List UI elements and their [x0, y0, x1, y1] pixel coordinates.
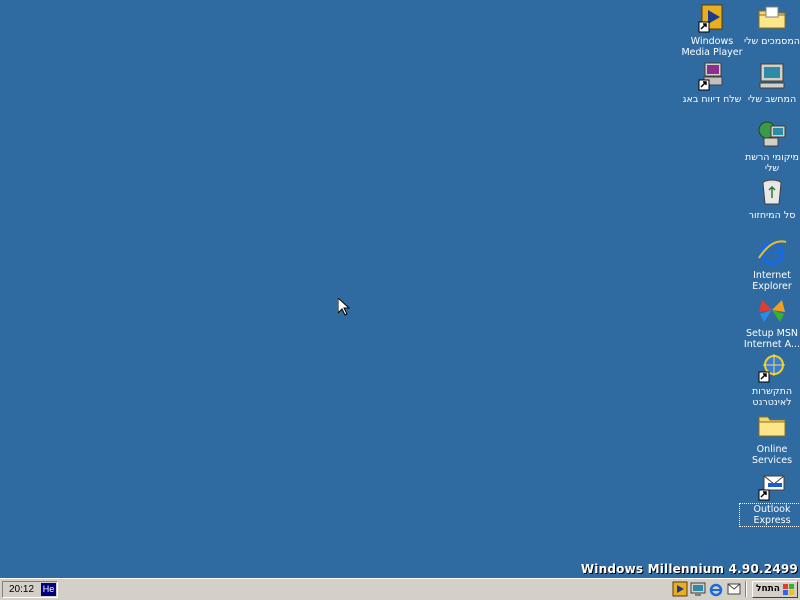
mouse-cursor-icon	[338, 298, 350, 316]
desktop-icon-send-bug-report[interactable]: שלח דיווח באג	[680, 60, 744, 105]
media-player-icon	[698, 4, 723, 33]
version-watermark: Windows Millennium 4.90.2499	[580, 562, 798, 576]
taskbar: 20:12 He התחל	[0, 578, 800, 600]
desktop-icon-label: Windows Media Player	[681, 36, 743, 58]
desktop-icon-online-services[interactable]: Online Services	[740, 410, 800, 466]
windows-logo-icon	[783, 584, 794, 595]
internet-explorer-icon[interactable]	[708, 581, 724, 597]
desktop-icon-label: מיקומי הרשת שלי	[744, 152, 800, 174]
start-button-label: התחל	[756, 584, 780, 594]
desktop-icon-label: המסמכים שלי	[743, 36, 800, 47]
desktop[interactable]: המסמכים שלי Windows Media Player המחשב ש…	[0, 0, 800, 578]
desktop-icon-label: Outlook Express	[739, 503, 800, 527]
outlook-express-icon	[758, 475, 785, 501]
desktop-icon-label: סל המיחזור	[748, 210, 796, 221]
show-desktop-icon[interactable]	[690, 581, 706, 597]
desktop-icon-recycle-bin[interactable]: סל המיחזור	[740, 176, 800, 221]
network-places-icon	[758, 121, 786, 147]
folder-documents-icon	[758, 6, 786, 29]
msn-butterfly-icon	[759, 300, 785, 322]
desktop-icon-setup-msn[interactable]: Setup MSN Internet A...	[740, 294, 800, 350]
desktop-icon-windows-media-player[interactable]: Windows Media Player	[680, 2, 744, 58]
quick-launch-separator	[745, 581, 747, 597]
start-button[interactable]: התחל	[752, 581, 798, 598]
desktop-icon-label: המחשב שלי	[747, 94, 797, 105]
outlook-express-icon[interactable]	[726, 581, 742, 597]
quick-launch-bar	[670, 581, 748, 598]
bug-report-icon	[698, 62, 723, 91]
recycle-bin-icon	[762, 179, 782, 205]
desktop-icon-label: התקשרות לאינטרנט	[751, 386, 793, 408]
desktop-icon-label: Setup MSN Internet A...	[743, 328, 800, 350]
desktop-icon-label: Internet Explorer	[752, 270, 792, 292]
connection-wizard-icon	[758, 354, 785, 383]
desktop-icon-my-network-places[interactable]: מיקומי הרשת שלי	[740, 118, 800, 174]
desktop-icon-my-documents[interactable]: המסמכים שלי	[740, 2, 800, 47]
folder-icon	[758, 416, 786, 437]
language-indicator[interactable]: He	[41, 583, 56, 596]
desktop-icon-my-computer[interactable]: המחשב שלי	[740, 60, 800, 105]
computer-icon	[759, 63, 785, 89]
desktop-icon-outlook-express[interactable]: Outlook Express	[739, 470, 800, 527]
desktop-icon-label: שלח דיווח באג	[682, 94, 742, 105]
desktop-icon-connect-to-internet[interactable]: התקשרות לאינטרנט	[740, 352, 800, 408]
system-tray: 20:12 He	[2, 581, 58, 598]
clock[interactable]: 20:12	[9, 584, 34, 595]
desktop-icon-label: Online Services	[751, 444, 793, 466]
internet-explorer-icon	[758, 240, 787, 265]
desktop-icon-internet-explorer[interactable]: Internet Explorer	[740, 236, 800, 292]
windows-media-player-icon[interactable]	[672, 581, 688, 597]
